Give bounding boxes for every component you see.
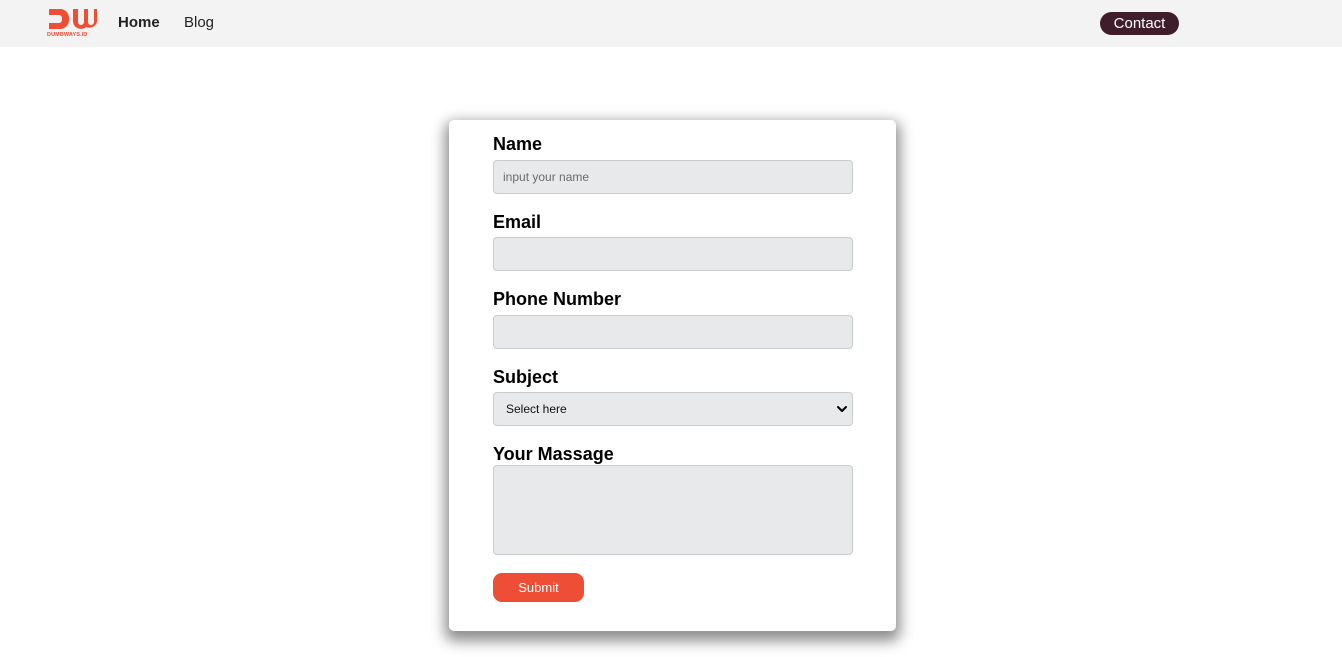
subject-select[interactable]: Select here [493,392,853,426]
dumbways-logo[interactable]: DUMBWAYS.ID [47,6,97,42]
navbar: DUMBWAYS.ID Home Blog Contact [0,0,1342,47]
message-label: Your Massage [493,444,614,464]
email-label: Email [493,212,542,232]
logo-mark-icon [49,9,97,29]
subject-selected-value: Select here [506,402,567,416]
contact-form-card: Name Email Phone Number Subject Select h… [449,120,896,631]
contact-button[interactable]: Contact [1100,12,1179,35]
logo-wordmark: DUMBWAYS.ID [47,32,88,38]
phone-label: Phone Number [493,289,622,309]
chevron-down-icon [837,406,847,412]
submit-button[interactable]: Submit [493,573,584,602]
name-label: Name [493,134,543,154]
subject-label: Subject [493,367,559,387]
nav-link-blog[interactable]: Blog [184,14,214,31]
email-input[interactable] [493,237,853,271]
message-textarea[interactable] [493,465,853,555]
name-input[interactable] [493,160,853,194]
phone-input[interactable] [493,315,853,349]
nav-link-home[interactable]: Home [118,14,160,31]
